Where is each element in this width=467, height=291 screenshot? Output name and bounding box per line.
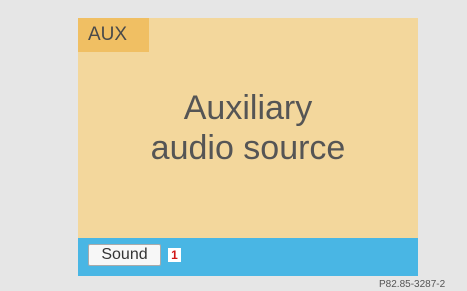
callout-marker: 1 bbox=[168, 248, 181, 262]
aux-tab[interactable]: AUX bbox=[78, 18, 149, 52]
source-message-line-1: Auxiliary bbox=[183, 89, 313, 127]
bottom-bar: Sound 1 bbox=[78, 238, 418, 276]
source-message-line-2: audio source bbox=[150, 129, 346, 167]
display-screen: AUX Auxiliary audio source Sound 1 bbox=[78, 18, 418, 276]
reference-code: P82.85-3287-2 bbox=[379, 279, 446, 290]
source-message: Auxiliary audio source bbox=[78, 88, 418, 168]
sound-button[interactable]: Sound bbox=[88, 244, 161, 266]
